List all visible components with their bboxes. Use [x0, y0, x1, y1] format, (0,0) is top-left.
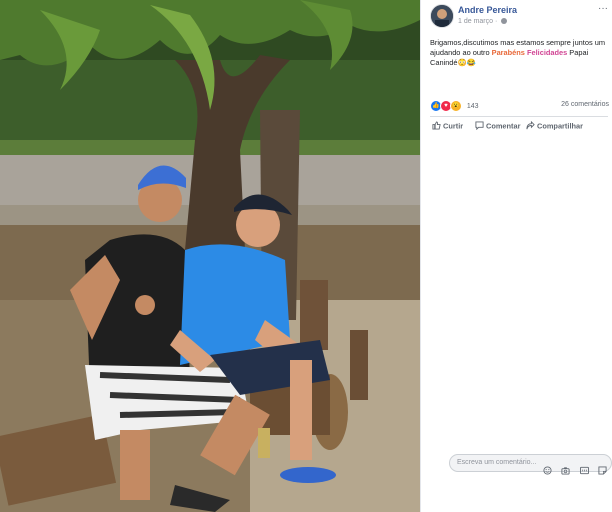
comment-button[interactable]: Comentar	[475, 121, 521, 132]
more-options-icon[interactable]: ···	[598, 3, 608, 14]
share-button[interactable]: Compartilhar	[526, 120, 583, 132]
action-bar: Curtir Comentar Compartilhar	[430, 120, 608, 135]
comment-tools	[538, 458, 607, 475]
comments-count[interactable]: 26 comentários	[561, 101, 609, 108]
post-details-panel: Andre Pereira 1 de março · ··· Brigamos,…	[420, 0, 612, 512]
hashtag-parabens[interactable]: Parabéns	[492, 48, 525, 57]
globe-icon	[501, 18, 508, 24]
post-date[interactable]: 1 de março	[458, 18, 493, 25]
comment-placeholder: Escreva um comentário...	[457, 459, 537, 466]
post-meta: 1 de março ·	[458, 18, 508, 25]
sticker-icon[interactable]	[598, 462, 607, 475]
gif-icon[interactable]	[579, 462, 589, 475]
avatar[interactable]	[430, 4, 454, 28]
comment-icon	[475, 121, 484, 132]
divider	[430, 116, 608, 117]
thumbs-up-icon	[432, 121, 441, 132]
emoji: 😳😂	[457, 58, 476, 67]
reaction-count: 143	[466, 102, 479, 110]
camera-icon[interactable]	[561, 462, 570, 475]
post-photo[interactable]	[0, 0, 420, 512]
reactions-summary[interactable]: 👍 ♥ 😮 143	[430, 100, 479, 112]
comment-bar: Escreva um comentário...	[449, 454, 612, 475]
emoji-icon[interactable]	[543, 462, 552, 475]
wow-icon: 😮	[449, 100, 462, 112]
like-button[interactable]: Curtir	[432, 121, 463, 132]
author-name[interactable]: Andre Pereira	[458, 5, 517, 15]
comment-input[interactable]: Escreva um comentário...	[449, 454, 612, 475]
post-text: Brigamos,discutimos mas estamos sempre j…	[430, 38, 605, 67]
hashtag-felicidades[interactable]: Felicidades	[527, 48, 567, 57]
post-header: Andre Pereira 1 de março · ···	[430, 3, 610, 30]
share-icon	[526, 120, 535, 132]
